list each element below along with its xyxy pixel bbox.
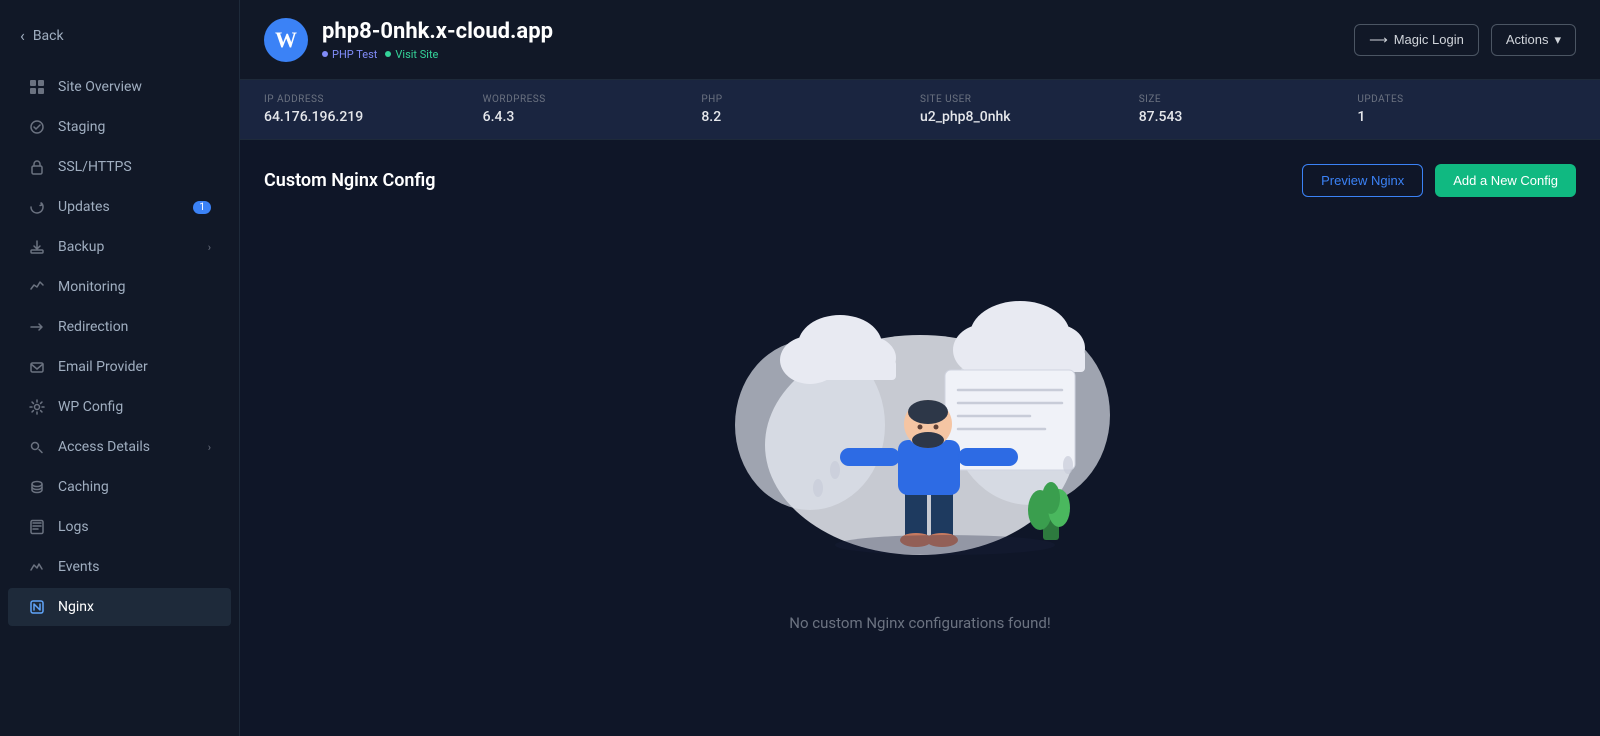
back-arrow-icon: ‹ <box>20 26 25 45</box>
config-title: Custom Nginx Config <box>264 170 435 191</box>
sidebar-item-email[interactable]: Email Provider <box>8 348 231 386</box>
sidebar-item-caching[interactable]: Caching <box>8 468 231 506</box>
sidebar-item-redirection[interactable]: Redirection <box>8 308 231 346</box>
stat-site-user: SITE USER u2_php8_0nhk <box>920 94 1139 125</box>
sidebar-item-events[interactable]: Events <box>8 548 231 586</box>
stat-user-value: u2_php8_0nhk <box>920 109 1119 125</box>
stat-updates-value: 1 <box>1357 109 1556 125</box>
email-icon <box>28 358 46 376</box>
magic-login-icon: ⟶ <box>1369 32 1388 48</box>
sidebar-item-label: Logs <box>58 519 89 535</box>
updates-icon <box>28 198 46 216</box>
stat-user-label: SITE USER <box>920 94 1119 105</box>
visit-tag-dot <box>385 51 391 57</box>
sidebar-item-monitoring[interactable]: Monitoring <box>8 268 231 306</box>
sidebar-item-label: Caching <box>58 479 109 495</box>
stat-php-label: PHP <box>701 94 900 105</box>
updates-badge: 1 <box>193 201 211 214</box>
magic-login-button[interactable]: ⟶ Magic Login <box>1354 24 1479 56</box>
visit-site-tag[interactable]: Visit Site <box>385 48 438 61</box>
actions-chevron-icon: ▾ <box>1554 32 1561 48</box>
ssl-icon <box>28 158 46 176</box>
main-content: W php8-0nhk.x-cloud.app PHP Test Visit S… <box>240 0 1600 736</box>
sidebar-item-access-details[interactable]: Access Details › <box>8 428 231 466</box>
sidebar-item-wp-config[interactable]: WP Config <box>8 388 231 426</box>
site-title: php8-0nhk.x-cloud.app <box>322 19 553 44</box>
backup-icon <box>28 238 46 256</box>
back-button[interactable]: ‹ Back <box>0 16 239 55</box>
php-tag-dot <box>322 51 328 57</box>
site-tags: PHP Test Visit Site <box>322 48 553 61</box>
sidebar: ‹ Back Site Overview Staging SSL/HTTPS U… <box>0 0 240 736</box>
sidebar-item-label: Email Provider <box>58 359 148 375</box>
back-label: Back <box>33 28 64 44</box>
sidebar-item-label: Events <box>58 559 99 575</box>
config-actions: Preview Nginx Add a New Config <box>1302 164 1576 197</box>
stat-wp-value: 6.4.3 <box>483 109 682 125</box>
redirection-icon <box>28 318 46 336</box>
sidebar-item-staging[interactable]: Staging <box>8 108 231 146</box>
sidebar-item-label: Backup <box>58 239 104 255</box>
logs-icon <box>28 518 46 536</box>
config-header: Custom Nginx Config Preview Nginx Add a … <box>264 164 1576 197</box>
caching-icon <box>28 478 46 496</box>
stat-php: PHP 8.2 <box>701 94 920 125</box>
header-right: ⟶ Magic Login Actions ▾ <box>1354 24 1576 56</box>
stat-ip-label: IP ADDRESS <box>264 94 463 105</box>
wp-config-icon <box>28 398 46 416</box>
stat-wordpress: WORDPRESS 6.4.3 <box>483 94 702 125</box>
sidebar-item-label: Staging <box>58 119 105 135</box>
backup-chevron: › <box>208 241 211 254</box>
site-header: W php8-0nhk.x-cloud.app PHP Test Visit S… <box>240 0 1600 80</box>
nginx-illustration <box>730 270 1110 590</box>
stat-ip-value: 64.176.196.219 <box>264 109 463 125</box>
staging-icon <box>28 118 46 136</box>
content-area: Custom Nginx Config Preview Nginx Add a … <box>240 140 1600 736</box>
sidebar-item-nginx[interactable]: Nginx <box>8 588 231 626</box>
sidebar-item-label: Nginx <box>58 599 94 615</box>
site-info: php8-0nhk.x-cloud.app PHP Test Visit Sit… <box>322 19 553 61</box>
monitoring-icon <box>28 278 46 296</box>
nginx-icon <box>28 598 46 616</box>
sidebar-item-backup[interactable]: Backup › <box>8 228 231 266</box>
wp-logo: W <box>264 18 308 62</box>
sidebar-item-ssl[interactable]: SSL/HTTPS <box>8 148 231 186</box>
sidebar-item-label: Access Details <box>58 439 150 455</box>
stat-ip-address: IP ADDRESS 64.176.196.219 <box>264 94 483 125</box>
sidebar-item-updates[interactable]: Updates 1 <box>8 188 231 226</box>
stat-updates-label: UPDATES <box>1357 94 1556 105</box>
stat-size: SIZE 87.543 <box>1139 94 1358 125</box>
stat-wp-label: WORDPRESS <box>483 94 682 105</box>
stat-size-value: 87.543 <box>1139 109 1338 125</box>
events-icon <box>28 558 46 576</box>
sidebar-item-label: Redirection <box>58 319 128 335</box>
preview-nginx-button[interactable]: Preview Nginx <box>1302 164 1423 197</box>
stat-updates: UPDATES 1 <box>1357 94 1576 125</box>
access-details-chevron: › <box>208 441 211 454</box>
header-left: W php8-0nhk.x-cloud.app PHP Test Visit S… <box>264 18 553 62</box>
sidebar-item-label: WP Config <box>58 399 123 415</box>
php-tag: PHP Test <box>322 48 377 61</box>
sidebar-item-label: Monitoring <box>58 279 126 295</box>
sidebar-item-logs[interactable]: Logs <box>8 508 231 546</box>
sidebar-item-label: Updates <box>58 199 110 215</box>
sidebar-item-label: Site Overview <box>58 79 142 95</box>
actions-button[interactable]: Actions ▾ <box>1491 24 1576 56</box>
stats-bar: IP ADDRESS 64.176.196.219 WORDPRESS 6.4.… <box>240 80 1600 140</box>
site-overview-icon <box>28 78 46 96</box>
sidebar-item-label: SSL/HTTPS <box>58 159 132 175</box>
access-details-icon <box>28 438 46 456</box>
add-config-button[interactable]: Add a New Config <box>1435 164 1576 197</box>
stat-php-value: 8.2 <box>701 109 900 125</box>
empty-state: No custom Nginx configurations found! <box>264 229 1576 712</box>
sidebar-item-site-overview[interactable]: Site Overview <box>8 68 231 106</box>
empty-message: No custom Nginx configurations found! <box>789 614 1050 632</box>
stat-size-label: SIZE <box>1139 94 1338 105</box>
